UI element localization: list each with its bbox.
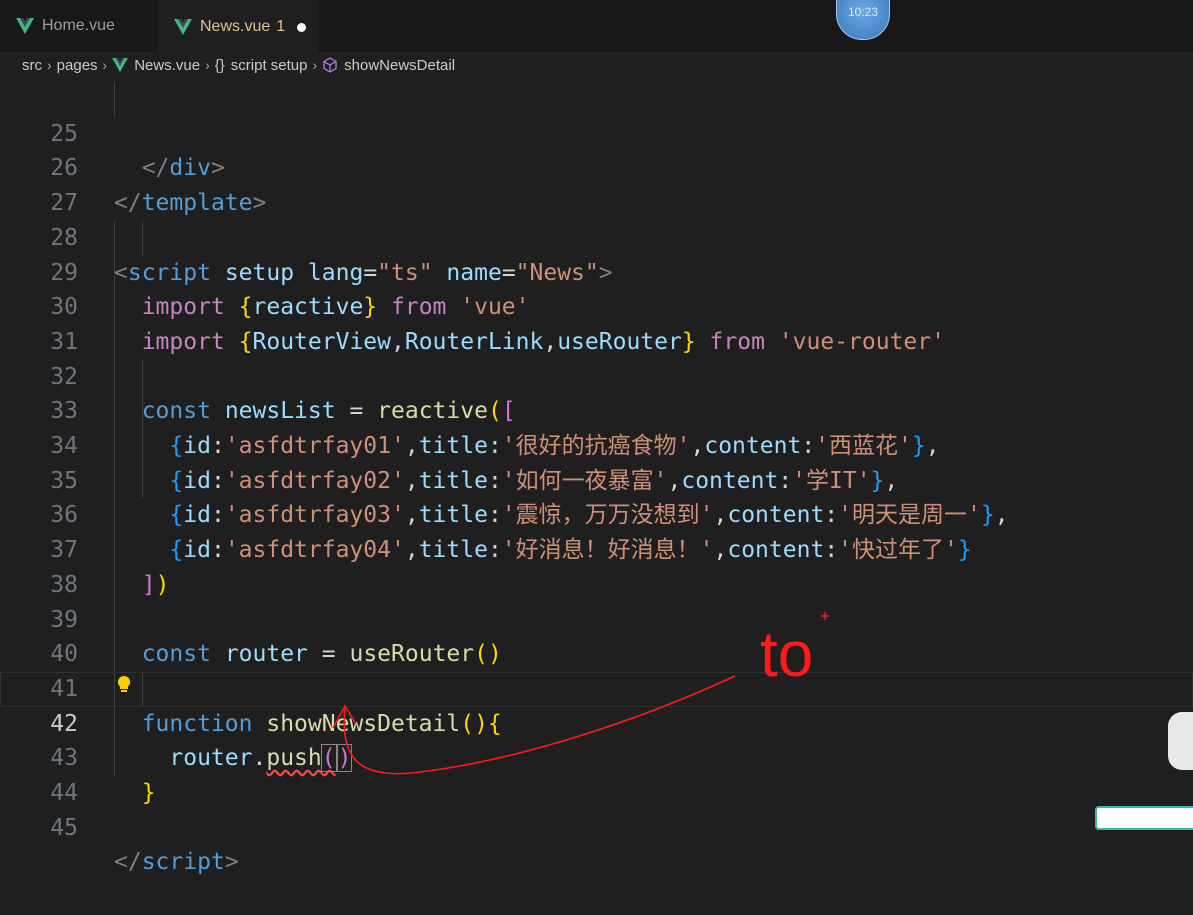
overlay-bar[interactable] [1095,806,1193,830]
annotation-text: to [760,618,814,690]
code-text: </script> [114,849,239,876]
annotation-arrow [332,612,829,775]
overlay-widget[interactable] [1168,712,1193,770]
